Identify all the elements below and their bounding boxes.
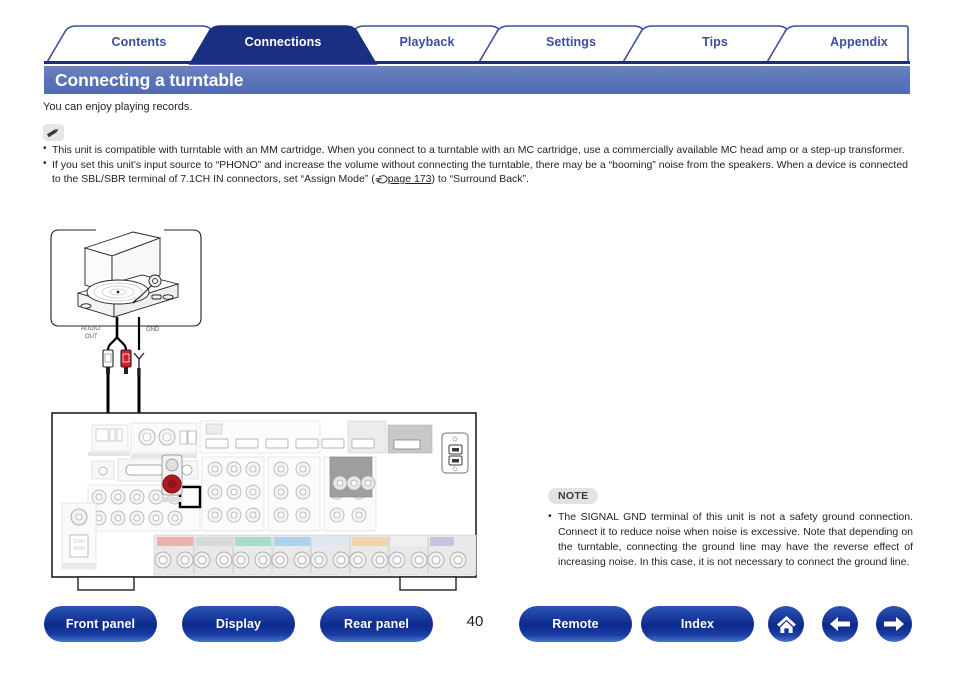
front-panel-button[interactable]: Front panel	[44, 606, 157, 642]
signal-gnd-terminal	[161, 454, 183, 502]
tips-bullet-1: This unit is compatible with turntable w…	[43, 142, 911, 158]
page-title: Connecting a turntable	[55, 70, 244, 90]
tips-bullet-2-part2: ) to “Surround Back”.	[431, 173, 529, 185]
remote-button[interactable]: Remote	[519, 606, 632, 642]
rear-panel-button[interactable]: Rear panel	[320, 606, 433, 642]
tips-bullet-2-text: If you set this unit’s input source to “…	[52, 158, 911, 189]
note-box: NOTE The SIGNAL GND terminal of this uni…	[548, 486, 913, 570]
speaker-terminal-bands	[157, 537, 454, 546]
display-button[interactable]: Display	[182, 606, 295, 642]
page-number: 40	[466, 613, 484, 630]
home-icon	[776, 615, 796, 633]
note-text: The SIGNAL GND terminal of this unit is …	[548, 509, 913, 570]
rca-plug-left	[102, 349, 114, 374]
turntable-cables	[106, 317, 141, 351]
audio-out-label-line2: OUT	[85, 334, 98, 340]
top-tab-bar[interactable]: Contents Connections Playback Settings T…	[44, 24, 910, 65]
turntable-illustration	[76, 231, 180, 318]
forward-button[interactable]	[876, 606, 912, 642]
index-button[interactable]: Index	[641, 606, 754, 642]
tab-appendix[interactable]: Appendix	[766, 35, 952, 49]
page-173-link[interactable]: page 173	[388, 173, 432, 185]
rca-plug-right	[120, 349, 132, 374]
page-title-bar: Connecting a turntable	[44, 66, 910, 94]
tips-bullet-list: This unit is compatible with turntable w…	[43, 142, 911, 189]
arrow-left-icon	[830, 617, 850, 631]
intro-text: You can enjoy playing records.	[43, 101, 193, 113]
pointing-hand-icon	[375, 174, 388, 189]
diagram-svg: AUDIO OUT GND	[50, 229, 477, 591]
gnd-label: GND	[146, 327, 160, 333]
arrow-right-icon	[884, 617, 904, 631]
tab-bar-underline	[44, 61, 910, 64]
ac-inlet	[441, 432, 469, 474]
home-button[interactable]	[768, 606, 804, 642]
pencil-icon	[43, 124, 64, 141]
audio-out-label-line1: AUDIO	[81, 326, 100, 332]
tips-bullet-2: If you set this unit’s input source to “…	[43, 157, 911, 189]
note-badge: NOTE	[548, 488, 599, 504]
back-button[interactable]	[822, 606, 858, 642]
av-receiver-rear-panel	[51, 412, 477, 591]
connection-diagram: AUDIO OUT GND	[0, 205, 560, 600]
tips-bullet-1-text: This unit is compatible with turntable w…	[52, 144, 905, 156]
ground-spade-connector	[133, 337, 145, 376]
manual-page: Contents Connections Playback Settings T…	[0, 0, 954, 673]
